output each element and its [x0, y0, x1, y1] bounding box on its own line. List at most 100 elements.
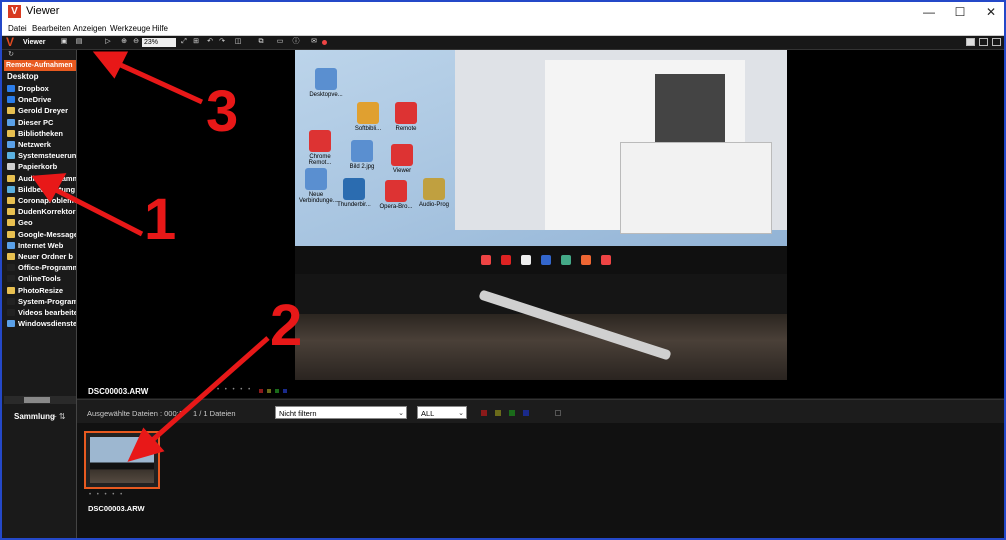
photo-screen: Desktopve... Softbibli... Remote Chrome Rem…	[295, 50, 787, 274]
sidebar-folder-item[interactable]: PhotoResize	[4, 285, 76, 296]
folder-sidebar: ↻ Remote-Aufnahmen Desktop Dropbox OneDri…	[4, 50, 77, 538]
sidebar-folder-item[interactable]: System-Programme	[4, 296, 76, 307]
app-window: V Viewer — ☐ ✕ Datei Bearbeiten Anzeigen…	[0, 0, 1006, 540]
sidebar-folder-item[interactable]: Windowsdienste	[4, 318, 76, 329]
sidebar-folder-label: Netzwerk	[18, 140, 51, 149]
rotate-right-icon[interactable]: ↷	[218, 38, 226, 46]
thumbnail-item[interactable]	[84, 431, 160, 489]
filter-swatch-blue[interactable]	[523, 410, 529, 416]
main-photo[interactable]: Desktopve... Softbibli... Remote Chrome Rem…	[295, 50, 787, 380]
sidebar-folder-item[interactable]: Dieser PC	[4, 117, 76, 128]
collection-add-sort-icon[interactable]: + ⇅	[52, 412, 66, 421]
refresh-icon[interactable]: ↻	[7, 51, 15, 59]
maximize-button[interactable]: ☐	[945, 3, 975, 21]
color-label-blue[interactable]	[283, 389, 287, 393]
sidebar-folder-label: Office-Programme	[18, 263, 76, 273]
zoom-in-icon[interactable]: ⊕	[120, 38, 128, 46]
sidebar-folder-item[interactable]: Audio-Programme	[4, 173, 76, 184]
sidebar-folder-item[interactable]: Neuer Ordner b	[4, 251, 76, 262]
photo-desktop-icon-label: Softbibli...	[354, 126, 382, 132]
minimize-button[interactable]: —	[914, 3, 944, 21]
filter-swatch-green[interactable]	[509, 410, 515, 416]
info-icon[interactable]: ⓘ	[292, 38, 300, 46]
split-view-icon[interactable]	[979, 38, 988, 46]
folder-icon	[7, 107, 15, 115]
menu-werkzeuge[interactable]: Werkzeuge	[110, 22, 150, 35]
menu-bearbeiten[interactable]: Bearbeiten	[32, 22, 71, 35]
actual-size-icon[interactable]: ⊞	[192, 38, 200, 46]
sidebar-scrollbar[interactable]	[4, 396, 76, 404]
folder-icon	[7, 185, 15, 193]
zoom-level-select[interactable]: 23%	[142, 38, 176, 47]
desktop-root-item[interactable]: Desktop	[7, 72, 39, 81]
mode-viewer-tab[interactable]: Viewer	[23, 36, 45, 49]
menu-bar: Datei Bearbeiten Anzeigen Werkzeuge Hilf…	[2, 22, 1004, 36]
sidebar-folder-item[interactable]: Systemsteuerung	[4, 150, 76, 161]
sidebar-folder-label: Windowsdienste	[18, 319, 76, 329]
menu-datei[interactable]: Datei	[8, 22, 27, 35]
sidebar-folder-item[interactable]: Office-Programme	[4, 262, 76, 273]
color-label-green[interactable]	[275, 389, 279, 393]
sidebar-folder-item[interactable]: Dropbox	[4, 83, 76, 94]
sidebar-folder-item[interactable]: Netzwerk	[4, 139, 76, 150]
sidebar-folder-item[interactable]: Coronaprobleme	[4, 195, 76, 206]
remote-camera-icon[interactable]: ▣	[60, 38, 68, 46]
remote-capture-item[interactable]: Remote-Aufnahmen	[4, 60, 76, 71]
sidebar-folder-label: Geo	[18, 218, 33, 228]
folder-icon	[7, 320, 15, 328]
image-info-icon[interactable]: ▭	[276, 38, 284, 46]
grid-view-icon[interactable]	[966, 38, 975, 46]
label-filter-select[interactable]: ALL ⌄	[417, 406, 467, 419]
color-label-red[interactable]	[259, 389, 263, 393]
sidebar-scroll-thumb[interactable]	[24, 397, 50, 403]
viewer-rating[interactable]: • • • • •	[217, 387, 252, 393]
compare-icon[interactable]: ◫	[234, 38, 242, 46]
photo-desktop-icon	[423, 178, 445, 200]
notification-dot-icon	[322, 40, 327, 45]
sidebar-folder-item[interactable]: Bildbearbeitung	[4, 184, 76, 195]
menu-hilfe[interactable]: Hilfe	[152, 22, 168, 35]
sidebar-folder-item[interactable]: Google-Messages	[4, 229, 76, 240]
label-filter-value: ALL	[421, 409, 435, 418]
thumbnail-browser: • • • • • DSC00003.ARW	[77, 423, 1004, 538]
fit-window-icon[interactable]: ▤	[75, 38, 83, 46]
sidebar-folder-item[interactable]: Videos bearbeiten	[4, 307, 76, 318]
thumbnail-rating[interactable]: • • • • •	[89, 492, 124, 498]
sidebar-folder-item[interactable]: OneDrive	[4, 94, 76, 105]
folder-icon	[7, 264, 15, 272]
window-title: Viewer	[26, 5, 60, 17]
sidebar-folder-item[interactable]: Geo	[4, 217, 76, 228]
sidebar-folder-item[interactable]: Gerold Dreyer	[4, 105, 76, 116]
close-button[interactable]: ✕	[976, 3, 1004, 21]
annotation-number-1: 1	[144, 187, 177, 252]
sidebar-folder-label: Papierkorb	[18, 162, 58, 172]
sidebar-folder-item[interactable]: Papierkorb	[4, 161, 76, 172]
rotate-left-icon[interactable]: ↶	[206, 38, 214, 46]
filter-swatch-red[interactable]	[481, 410, 487, 416]
photo-desktop-icon-label: Bild 2.jpg	[349, 164, 375, 170]
crop-icon[interactable]: ⧉	[257, 38, 265, 46]
filter-clear-icon[interactable]	[555, 410, 561, 416]
selected-files-label: Ausgewählte Dateien : 000:1	[87, 409, 183, 418]
filter-select[interactable]: Nicht filtern ⌄	[275, 406, 407, 419]
color-label-yellow[interactable]	[267, 389, 271, 393]
annotation-number-3: 3	[206, 79, 239, 144]
fullscreen-icon[interactable]: ⤢	[180, 38, 188, 46]
menu-anzeigen[interactable]: Anzeigen	[73, 22, 106, 35]
filter-swatch-yellow[interactable]	[495, 410, 501, 416]
sidebar-folder-label: PhotoResize	[18, 285, 64, 295]
mail-icon[interactable]: ✉	[310, 38, 318, 46]
filter-bar: Ausgewählte Dateien : 000:1 1 / 1 Dateie…	[77, 399, 1004, 424]
sidebar-folder-item[interactable]: DudenKorrektor	[4, 206, 76, 217]
sidebar-folder-label: Internet Web	[18, 240, 64, 250]
slideshow-icon[interactable]: ▷	[104, 38, 112, 46]
sidebar-folder-item[interactable]: OnlineTools	[4, 273, 76, 284]
folder-icon	[7, 129, 15, 137]
single-view-icon[interactable]	[992, 38, 1001, 46]
photo-desktop-icon	[385, 180, 407, 202]
zoom-out-icon[interactable]: ⊖	[132, 38, 140, 46]
sidebar-folder-item[interactable]: Bibliotheken	[4, 128, 76, 139]
sidebar-folder-item[interactable]: Internet Web	[4, 240, 76, 251]
folder-icon	[7, 152, 15, 160]
filter-select-value: Nicht filtern	[279, 409, 317, 418]
